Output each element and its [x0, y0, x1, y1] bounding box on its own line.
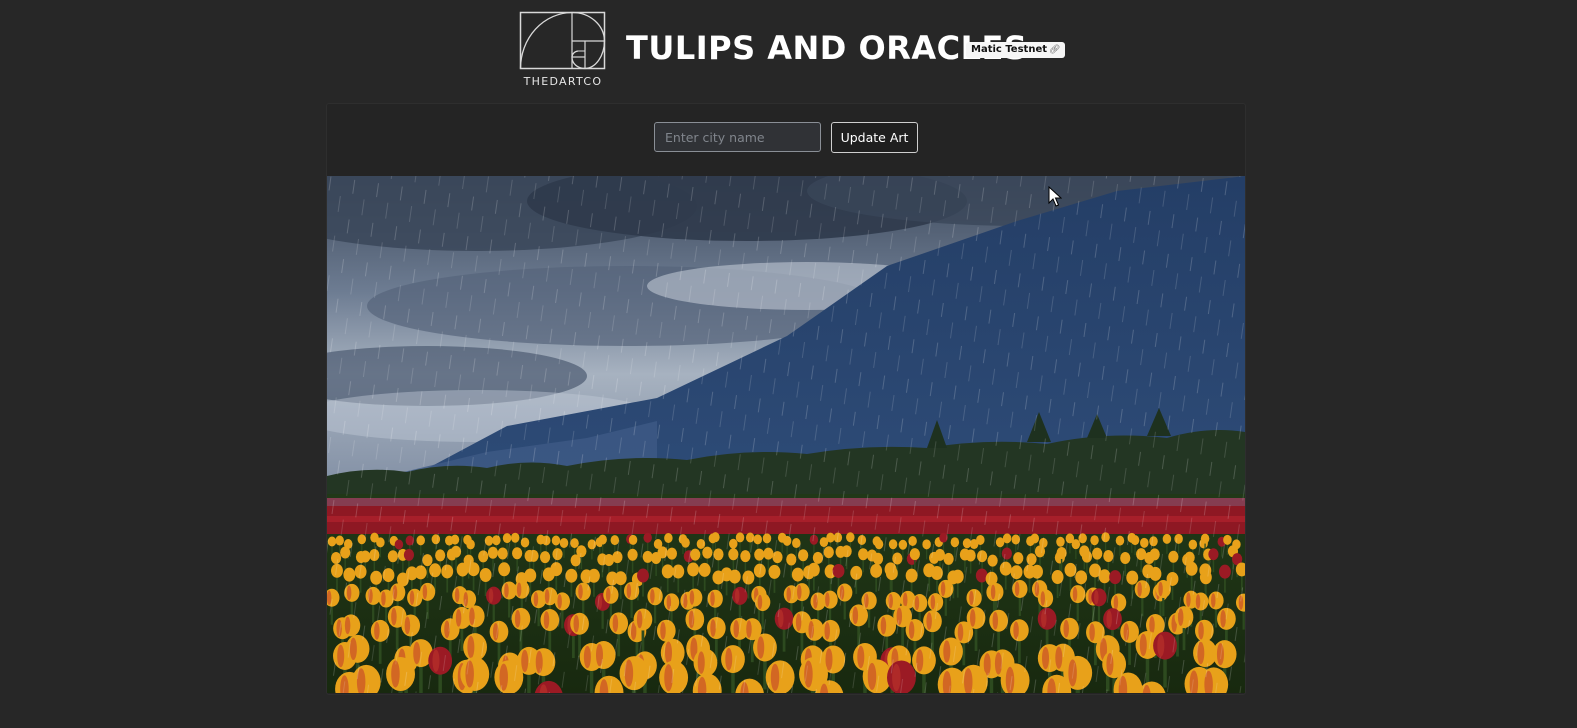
link-icon: 🔗︎ [1049, 45, 1061, 55]
art-panel: Update Art [326, 103, 1246, 695]
network-badge-label: Matic Testnet [971, 44, 1048, 55]
thedartco-logo[interactable]: THEDARTCO [519, 11, 607, 89]
tulip-field-rain-scene [327, 176, 1245, 693]
network-badge[interactable]: Matic Testnet 🔗︎ [966, 42, 1066, 58]
weather-artwork-image [327, 176, 1245, 693]
logo-text: THEDARTCO [523, 75, 603, 88]
update-art-button[interactable]: Update Art [831, 122, 918, 153]
city-name-input[interactable] [654, 122, 821, 152]
page-header: THEDARTCO TULIPS AND ORACLES Matic Testn… [0, 0, 1577, 100]
mouse-cursor-icon [1048, 186, 1062, 207]
controls-bar: Update Art [327, 122, 1245, 154]
golden-spiral-icon [519, 11, 606, 70]
